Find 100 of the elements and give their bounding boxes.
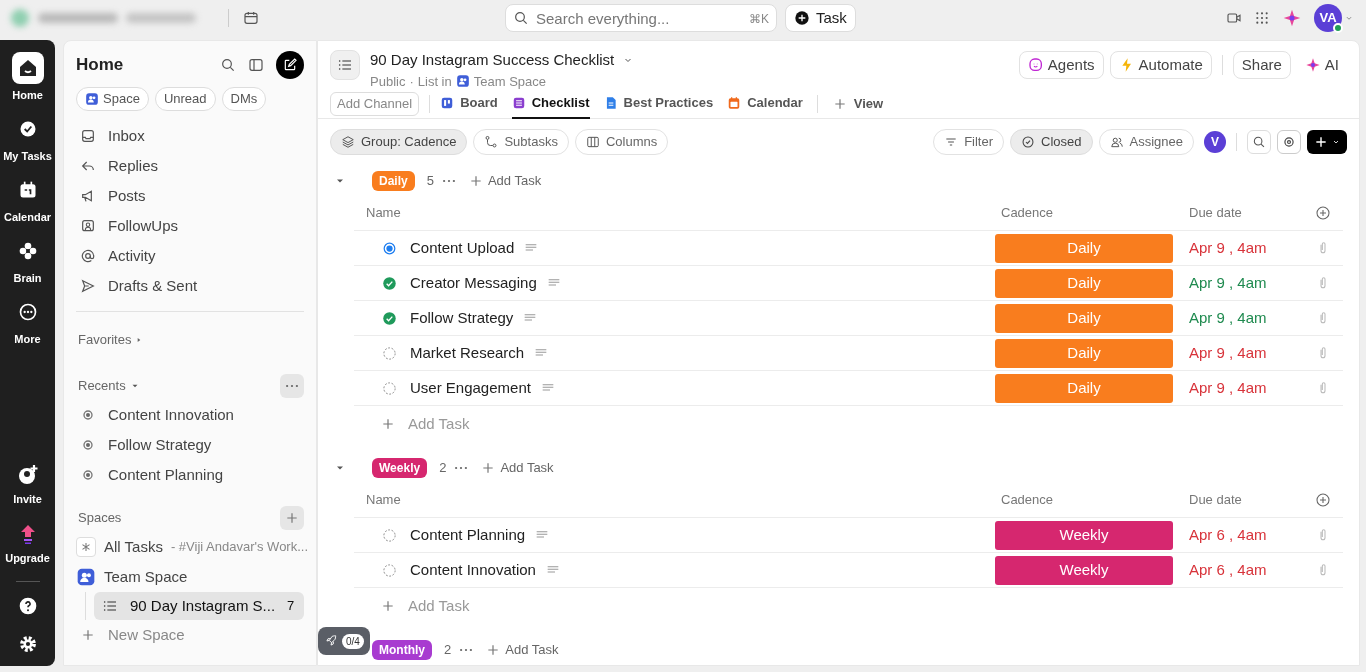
sidebar-item[interactable]: Inbox — [76, 121, 304, 151]
send-icon — [80, 278, 96, 294]
task-name[interactable]: User Engagement — [410, 376, 531, 400]
inbox-scope-tab[interactable]: Unread — [154, 87, 216, 111]
user-avatar[interactable]: VA — [1314, 4, 1342, 32]
due-date[interactable]: Apr 9 , 4am — [1173, 341, 1303, 365]
group-badge[interactable]: Weekly — [372, 458, 428, 478]
recent-item[interactable]: Content Planning — [76, 460, 304, 490]
more-button[interactable] — [459, 648, 474, 652]
sidebar-item[interactable]: Activity — [76, 241, 304, 271]
toolbar-chip[interactable]: Assignee — [1098, 129, 1194, 155]
sidebar-item[interactable]: Posts — [76, 181, 304, 211]
view-tab[interactable]: Calendar — [727, 88, 803, 119]
column-header[interactable]: Due date — [1173, 202, 1303, 223]
column-header[interactable]: Due date — [1173, 489, 1303, 510]
toolbar-chip[interactable]: Filter — [933, 129, 1005, 155]
toolbar-chip[interactable]: Closed — [1010, 129, 1093, 155]
view-tab[interactable]: Checklist — [511, 88, 590, 119]
new-space-link[interactable]: New Space — [76, 620, 304, 650]
rail-item[interactable]: Calendar — [1, 172, 54, 233]
column-header[interactable]: Name — [354, 489, 995, 510]
due-date[interactable]: Apr 9 , 4am — [1173, 271, 1303, 295]
calendar-icon[interactable] — [243, 10, 259, 26]
cadence-tag[interactable]: Weekly — [995, 520, 1173, 550]
due-date[interactable]: Apr 6 , 4am — [1173, 523, 1303, 547]
add-space-button[interactable] — [280, 506, 304, 530]
add-task-button[interactable]: Add Task — [485, 640, 559, 660]
settings-icon — [1282, 135, 1296, 149]
task-name[interactable]: Content Upload — [410, 236, 515, 260]
more-button[interactable] — [454, 466, 469, 470]
task-row[interactable]: Content Planning Weekly Apr 6 , 4am — [354, 518, 1343, 553]
task-row[interactable]: Content Innovation Weekly Apr 6 , 4am — [354, 553, 1343, 588]
cadence-tag[interactable]: Weekly — [995, 555, 1173, 585]
assignee-avatar[interactable]: V — [1204, 131, 1226, 153]
inbox-scope-tab[interactable]: Space — [76, 87, 149, 111]
location-prefix: List in — [417, 72, 452, 91]
header-action-button[interactable]: AI — [1296, 51, 1347, 79]
dots-icon — [441, 179, 456, 183]
compose-icon — [282, 57, 298, 73]
rail-item[interactable]: My Tasks — [1, 111, 54, 172]
rail-item[interactable]: Home — [1, 50, 54, 111]
space-item[interactable]: Team Space — [76, 562, 304, 592]
task-row[interactable]: User Engagement Daily Apr 9 , 4am — [354, 371, 1343, 406]
inbox-scope-tab[interactable]: DMs — [221, 87, 267, 111]
rail-item[interactable]: Brain — [1, 233, 54, 294]
toolbar-chip[interactable]: Subtasks — [473, 129, 569, 155]
header-action-button[interactable]: Automate — [1109, 51, 1212, 79]
toolbar-chip[interactable]: Columns — [574, 129, 669, 155]
search-icon — [1252, 135, 1266, 149]
sidebar-item[interactable]: FollowUps — [76, 211, 304, 241]
rail-item[interactable]: Invite — [1, 463, 54, 522]
header-action-button[interactable]: Agents — [1018, 51, 1104, 79]
more-button[interactable] — [441, 179, 456, 183]
view-tab[interactable]: Best Practices — [603, 88, 714, 119]
task-name[interactable]: Follow Strategy — [410, 306, 514, 330]
add-task-button[interactable]: Add Task — [480, 458, 554, 478]
settings-button[interactable] — [1277, 130, 1301, 154]
column-header[interactable]: Name — [354, 202, 995, 223]
sidebar-item[interactable]: Drafts & Sent — [76, 271, 304, 301]
onboarding-widget[interactable]: 0/4 — [318, 627, 370, 655]
due-date[interactable]: Apr 9 , 4am — [1173, 236, 1303, 260]
task-name[interactable]: Content Innovation — [410, 558, 536, 582]
list-item[interactable]: 90 Day Instagram S... 7 — [94, 592, 305, 620]
recent-item[interactable]: Follow Strategy — [76, 430, 304, 460]
recent-item[interactable]: Content Innovation — [76, 400, 304, 430]
apps-grid-icon — [1254, 10, 1270, 26]
due-date[interactable]: Apr 6 , 4am — [1173, 558, 1303, 582]
task-row[interactable]: Creator Messaging Daily Apr 9 , 4am — [354, 266, 1343, 301]
task-name[interactable]: Market Research — [410, 341, 525, 365]
add-view-button[interactable]: View — [831, 93, 884, 114]
rail-item[interactable]: More — [1, 294, 54, 355]
location-link[interactable]: Team Space — [473, 71, 546, 91]
todo-status-icon — [382, 527, 397, 543]
favorites-header[interactable]: Favorites — [76, 330, 304, 350]
add-task-button[interactable]: Add Task — [467, 171, 542, 191]
layers-icon — [341, 135, 355, 149]
sidebar-item[interactable]: Replies — [76, 151, 304, 181]
task-row[interactable]: Content Upload Daily Apr 9 , 4am — [354, 231, 1343, 266]
header-action-button[interactable]: Share — [1232, 51, 1291, 79]
column-header[interactable]: Cadence — [995, 202, 1173, 223]
task-row[interactable]: Market Research Daily Apr 9 , 4am — [354, 336, 1343, 371]
due-date[interactable]: Apr 9 , 4am — [1173, 306, 1303, 330]
compose-button[interactable] — [276, 51, 304, 79]
plus-icon — [1314, 135, 1328, 149]
add-button[interactable] — [1307, 130, 1347, 154]
rail-item[interactable]: Upgrade — [1, 522, 54, 581]
task-name[interactable]: Creator Messaging — [410, 271, 537, 295]
toolbar-chip[interactable]: Group: Cadence — [330, 129, 468, 155]
task-row[interactable]: Follow Strategy Daily Apr 9 , 4am — [354, 301, 1343, 336]
new-task-button[interactable]: Task — [785, 4, 856, 32]
add-channel-button[interactable]: Add Channel — [330, 91, 420, 116]
view-tab[interactable]: Board — [440, 88, 498, 119]
column-header[interactable]: Cadence — [995, 489, 1173, 510]
search-icon — [513, 10, 529, 26]
due-date[interactable]: Apr 9 , 4am — [1173, 376, 1303, 400]
recents-header[interactable]: Recents — [76, 376, 140, 396]
task-name[interactable]: Content Planning — [410, 523, 526, 547]
search-button[interactable] — [1247, 130, 1271, 154]
group-badge[interactable]: Monthly — [372, 640, 432, 660]
list-menu-button[interactable] — [330, 50, 360, 80]
